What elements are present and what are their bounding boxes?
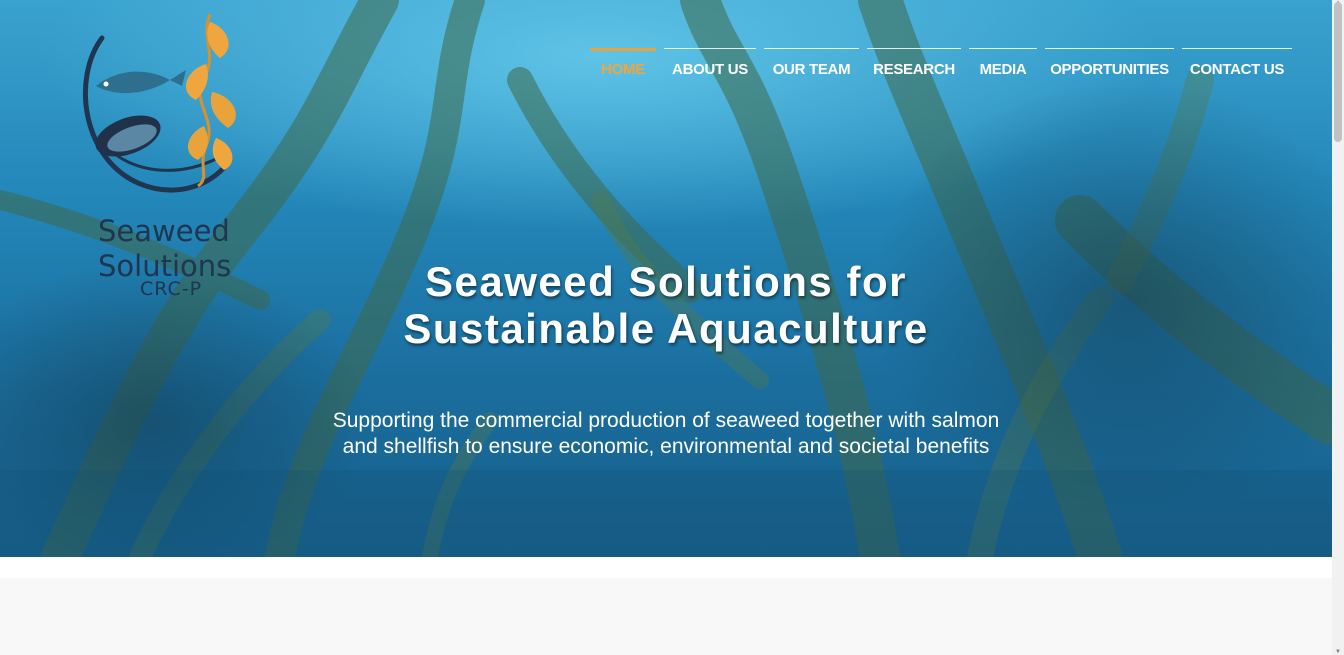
hero-title-line-1: Seaweed Solutions for xyxy=(425,258,907,305)
brand-subtitle: CRC-P xyxy=(140,278,203,300)
hero-subtitle-line-2: and shellfish to ensure economic, enviro… xyxy=(342,435,990,458)
nav-item-opportunities[interactable]: OPPORTUNITIES xyxy=(1045,48,1174,89)
brand-logo[interactable]: Seaweed Solutions CRC-P xyxy=(78,8,258,300)
nav-item-our-team[interactable]: OUR TEAM xyxy=(764,48,859,89)
page-scrollbar[interactable]: ▲ ▼ xyxy=(1332,0,1344,655)
next-section xyxy=(0,578,1332,655)
nav-item-about-us[interactable]: ABOUT US xyxy=(664,48,756,89)
hero-title-line-2: Sustainable Aquaculture xyxy=(403,305,929,352)
hero-section: Seaweed Solutions CRC-P HOME ABOUT US OU… xyxy=(0,0,1332,557)
hero-subtitle: Supporting the commercial production of … xyxy=(300,408,1032,460)
nav-item-media[interactable]: MEDIA xyxy=(969,48,1037,89)
nav-item-home[interactable]: HOME xyxy=(590,48,656,91)
fish-mussel-kelp-logo-icon xyxy=(82,13,236,193)
scrollbar-thumb[interactable] xyxy=(1334,2,1342,142)
nav-item-research[interactable]: RESEARCH xyxy=(867,48,961,89)
section-divider xyxy=(0,557,1332,578)
hero-title: Seaweed Solutions for Sustainable Aquacu… xyxy=(300,258,1032,352)
scroll-down-icon[interactable]: ▼ xyxy=(1335,649,1341,655)
nav-item-contact-us[interactable]: CONTACT US xyxy=(1182,48,1292,89)
brand-name: Seaweed Solutions xyxy=(98,214,232,283)
hero-subtitle-line-1: Supporting the commercial production of … xyxy=(332,409,1000,432)
